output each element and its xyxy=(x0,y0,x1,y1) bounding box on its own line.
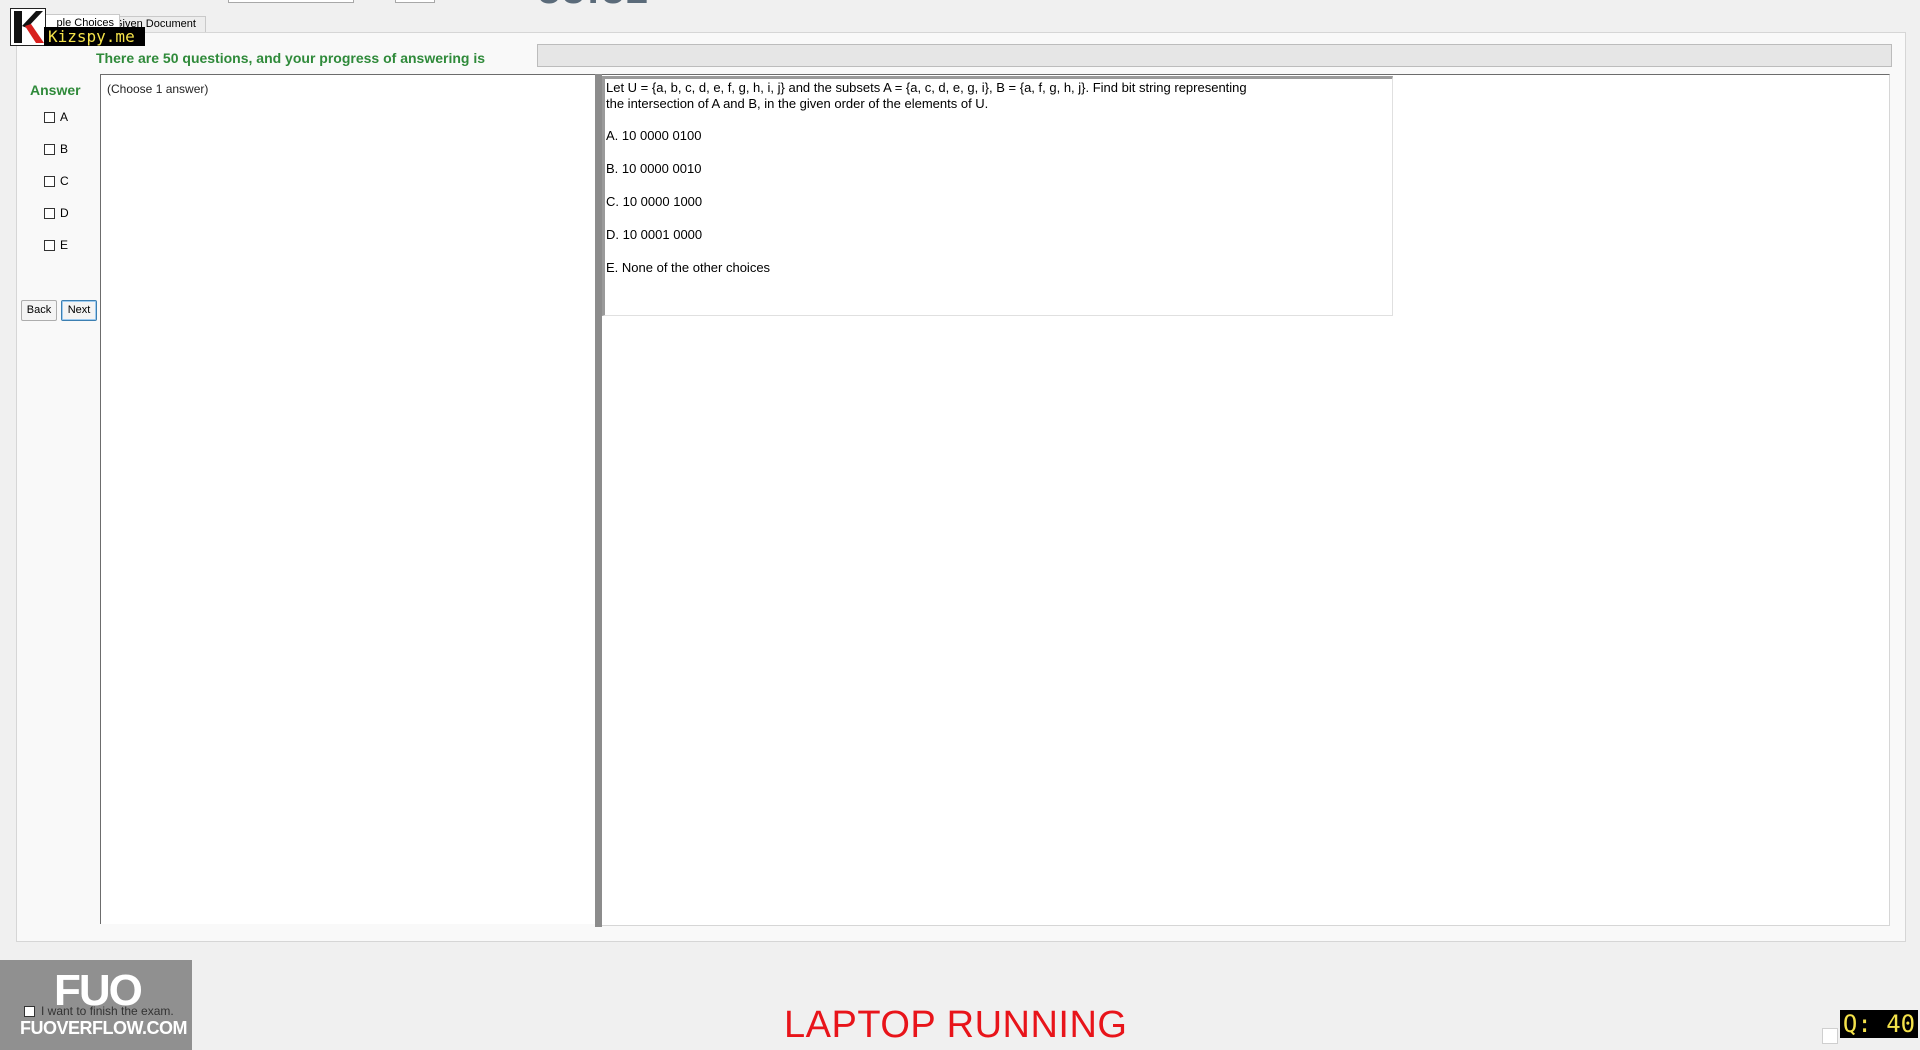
top-small-control[interactable] xyxy=(395,0,435,3)
top-combo-box[interactable] xyxy=(228,0,354,3)
progress-bar xyxy=(537,44,1892,67)
answer-option-b[interactable]: B xyxy=(44,141,68,157)
finish-exam-row[interactable]: I want to finish the exam. xyxy=(24,1004,174,1018)
checkbox[interactable] xyxy=(44,207,55,219)
question-text: Let U = {a, b, c, d, e, f, g, h, i, j} a… xyxy=(606,80,1247,111)
answer-option-c[interactable]: C xyxy=(44,173,69,189)
checkbox[interactable] xyxy=(44,175,55,187)
answer-option-a[interactable]: A xyxy=(44,109,68,125)
answer-option-e[interactable]: E xyxy=(44,237,68,253)
answer-option-label: E xyxy=(60,238,69,252)
question-option-a: A. 10 0000 0100 xyxy=(606,128,702,143)
answer-title: Answer xyxy=(30,82,81,98)
exam-timer: 33:32 xyxy=(538,0,650,10)
choose-answer-label: (Choose 1 answer) xyxy=(107,82,209,96)
answer-option-label: A xyxy=(60,110,69,124)
question-option-c: C. 10 0000 1000 xyxy=(606,194,703,209)
question-option-b: B. 10 0000 0010 xyxy=(606,161,702,176)
kizspy-logo-text: Kizspy.me xyxy=(44,27,145,46)
fuo-url-text: FUOVERFLOW.COM xyxy=(20,1018,188,1038)
question-option-d: D. 10 0001 0000 xyxy=(606,227,703,242)
back-button[interactable]: Back xyxy=(21,300,57,321)
next-button[interactable]: Next xyxy=(61,300,97,321)
answer-description-area xyxy=(100,74,596,924)
question-counter: Q: 40 xyxy=(1840,1010,1918,1038)
checkbox[interactable] xyxy=(44,239,55,251)
answer-option-label: D xyxy=(60,206,69,220)
small-box xyxy=(1822,1028,1838,1044)
question-box xyxy=(602,76,1393,316)
status-text: LAPTOP RUNNING xyxy=(784,1004,1128,1046)
splitter-handle[interactable] xyxy=(595,74,602,927)
checkbox[interactable] xyxy=(44,143,55,155)
answer-option-label: C xyxy=(60,174,69,188)
answer-option-d[interactable]: D xyxy=(44,205,69,221)
answer-option-label: B xyxy=(60,142,69,156)
finish-exam-checkbox[interactable] xyxy=(24,1005,35,1017)
finish-exam-label: I want to finish the exam. xyxy=(41,1004,174,1018)
question-option-e: E. None of the other choices xyxy=(606,260,771,275)
checkbox[interactable] xyxy=(44,111,55,123)
kizspy-logo-icon xyxy=(10,8,46,46)
progress-label: There are 50 questions, and your progres… xyxy=(96,50,485,66)
